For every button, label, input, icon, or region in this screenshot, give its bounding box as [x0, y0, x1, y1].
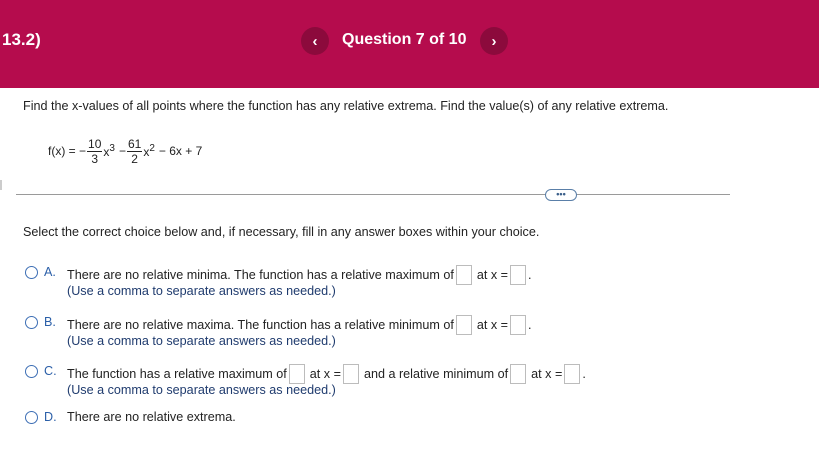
formula-lhs: f(x) = − [48, 144, 87, 158]
fraction-denominator: 2 [131, 151, 138, 166]
choice-text: at x = [531, 367, 563, 381]
choice-text: The function has a relative maximum of [67, 367, 287, 381]
choice-b-radio[interactable] [25, 316, 38, 329]
previous-question-button[interactable]: ‹ [301, 27, 329, 55]
choice-d-radio[interactable] [25, 411, 38, 424]
scroll-edge-marker [0, 180, 2, 190]
choice-note: (Use a comma to separate answers as need… [67, 334, 336, 348]
chevron-left-icon: ‹ [312, 32, 318, 50]
chevron-right-icon: › [491, 32, 497, 50]
answer-input-maximum-value[interactable] [455, 265, 472, 285]
question-title: Question 7 of 10 [342, 31, 467, 48]
more-options-button[interactable]: ••• [545, 189, 577, 201]
choice-text: There are no relative maxima. The functi… [67, 318, 454, 332]
minus-sign: − [118, 144, 126, 158]
function-formula: f(x) = − 10 3 x3 − 61 2 x2 − 6x + 7 [48, 129, 202, 173]
choice-note: (Use a comma to separate answers as need… [67, 284, 336, 298]
choice-text: There are no relative extrema. [67, 410, 236, 424]
choice-letter: B. [44, 315, 56, 329]
choice-text: at x = [476, 318, 509, 332]
choice-c-radio[interactable] [25, 365, 38, 378]
choice-text: at x = [309, 367, 341, 381]
choice-letter: A. [44, 265, 56, 279]
answer-input-x-value[interactable] [510, 315, 527, 335]
answer-input-maximum-value[interactable] [288, 364, 305, 384]
question-header: 13.2) ‹ Question 7 of 10 › [0, 0, 819, 88]
next-question-button[interactable]: › [480, 27, 508, 55]
choice-letter: D. [44, 410, 57, 424]
answer-input-max-x-value[interactable] [342, 364, 359, 384]
answer-input-x-value[interactable] [510, 265, 527, 285]
fraction-numerator: 10 [87, 136, 103, 152]
question-prompt: Find the x-values of all points where th… [23, 99, 669, 113]
fraction-numerator: 61 [126, 136, 143, 152]
exponent: 3 [109, 142, 115, 154]
answer-input-minimum-value[interactable] [510, 364, 527, 384]
formula-tail: − 6x + 7 [158, 144, 203, 158]
section-label: 13.2) [2, 30, 41, 49]
fraction-sixtyone-halves: 61 2 [126, 136, 143, 166]
choice-note: (Use a comma to separate answers as need… [67, 383, 336, 397]
choice-text: and a relative minimum of [363, 367, 509, 381]
answer-input-min-x-value[interactable] [564, 364, 581, 384]
fraction-ten-thirds: 10 3 [87, 136, 103, 166]
answer-input-minimum-value[interactable] [455, 315, 472, 335]
instruction-text: Select the correct choice below and, if … [23, 225, 540, 239]
section-divider [16, 194, 730, 195]
choice-text: There are no relative minima. The functi… [67, 268, 454, 282]
choice-letter: C. [44, 364, 57, 378]
fraction-denominator: 3 [91, 151, 99, 166]
choice-a-radio[interactable] [25, 266, 38, 279]
choice-text: at x = [476, 268, 509, 282]
exponent: 2 [149, 142, 155, 154]
